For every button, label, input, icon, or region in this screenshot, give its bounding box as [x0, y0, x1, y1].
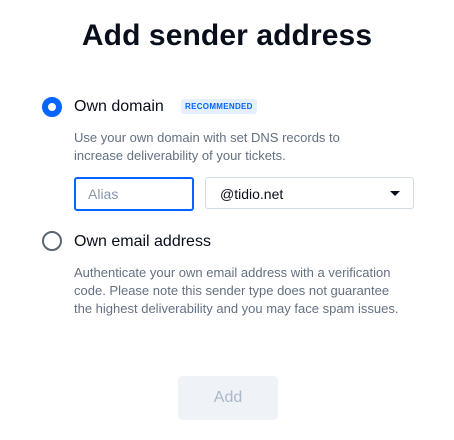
own-domain-radio[interactable] [42, 97, 62, 117]
domain-select-value: @tidio.net [220, 186, 284, 202]
own-domain-description: Use your own domain with set DNS records… [74, 130, 340, 163]
recommended-badge: RECOMMENDED [181, 99, 257, 114]
chevron-down-icon [390, 191, 400, 196]
dialog-title: Add sender address [81, 19, 373, 52]
own-email-description: Authenticate your own email address with… [74, 265, 399, 316]
domain-select[interactable]: @tidio.net [205, 177, 414, 209]
own-domain-label[interactable]: Own domain [74, 98, 164, 116]
own-email-radio[interactable] [42, 231, 62, 251]
own-email-label[interactable]: Own email address [74, 233, 211, 251]
add-button[interactable]: Add [178, 376, 278, 420]
alias-input[interactable] [74, 177, 194, 211]
